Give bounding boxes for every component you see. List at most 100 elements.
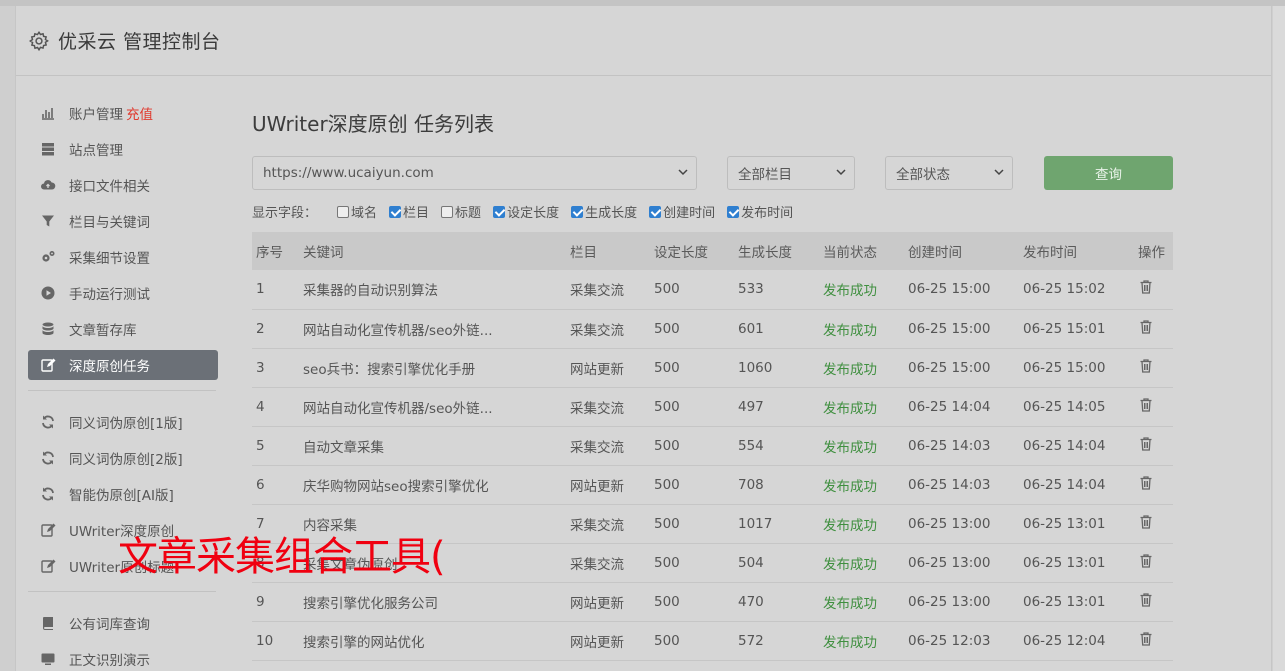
table-cell: 采集交流 bbox=[570, 322, 624, 339]
sidebar-item[interactable]: 站点管理 bbox=[28, 134, 218, 164]
table-cell: 采集交流 bbox=[570, 439, 624, 456]
sidebar-item-label: 手动运行测试 bbox=[69, 287, 150, 303]
refresh-icon bbox=[39, 413, 57, 431]
sidebar-item[interactable]: 采集细节设置 bbox=[28, 242, 218, 272]
page-title: UWriter深度原创 任务列表 bbox=[252, 112, 495, 136]
column-header: 当前状态 bbox=[823, 245, 877, 261]
sidebar-item[interactable]: 接口文件相关 bbox=[28, 170, 218, 200]
table-cell: 网站更新 bbox=[570, 634, 624, 651]
sidebar-item-label: 正文识别演示 bbox=[69, 653, 150, 669]
table-cell: 2 bbox=[256, 320, 265, 337]
status-cell: 发布成功 bbox=[823, 556, 877, 573]
sidebar-item[interactable]: 同义词伪原创[2版] bbox=[28, 443, 218, 473]
checkbox-unchecked[interactable] bbox=[441, 205, 454, 218]
table-cell: 06-25 14:04 bbox=[1023, 437, 1106, 454]
checkbox-checked[interactable] bbox=[649, 205, 662, 218]
field-checkbox[interactable]: 创建时间 bbox=[649, 202, 715, 221]
column-header: 序号 bbox=[256, 245, 283, 261]
column-select[interactable]: 全部栏目 bbox=[727, 156, 855, 190]
delete-button[interactable] bbox=[1134, 426, 1173, 465]
sidebar-item-label: 文章暂存库 bbox=[69, 323, 137, 339]
table-cell: 06-25 12:04 bbox=[1023, 632, 1106, 649]
trash-icon bbox=[1140, 319, 1152, 334]
recharge-link[interactable]: 充值 bbox=[126, 103, 153, 123]
table-cell: 搜索引擎的网站优化 bbox=[303, 634, 425, 651]
table-cell: 06-25 14:05 bbox=[1023, 398, 1106, 415]
status-cell: 发布成功 bbox=[823, 478, 877, 495]
play-circle-icon bbox=[39, 284, 57, 302]
sidebar-item[interactable]: 公有词库查询 bbox=[28, 608, 218, 638]
sidebar-item[interactable]: 正文识别演示 bbox=[28, 644, 218, 671]
field-checkbox-label: 生成长度 bbox=[585, 206, 638, 221]
delete-button[interactable] bbox=[1134, 387, 1173, 426]
table-cell: 06-25 15:00 bbox=[908, 359, 991, 376]
sidebar-divider bbox=[28, 390, 216, 391]
delete-button[interactable] bbox=[1134, 270, 1173, 309]
sidebar: 账户管理 充值 站点管理 接口文件相关 栏目与关键词 采集细节设置 手动运行测试 文章暂存库深… bbox=[28, 98, 218, 671]
checkbox-unchecked[interactable] bbox=[337, 205, 350, 218]
scrollbar[interactable] bbox=[1273, 6, 1285, 671]
sidebar-item-label: 公有词库查询 bbox=[69, 617, 150, 633]
sidebar-item-label: 栏目与关键词 bbox=[69, 215, 150, 231]
field-checkbox[interactable]: 发布时间 bbox=[727, 202, 793, 221]
table-cell: 500 bbox=[654, 593, 680, 610]
trash-icon bbox=[1140, 280, 1152, 294]
refresh-icon bbox=[39, 485, 57, 503]
sidebar-item[interactable]: 深度原创任务 bbox=[28, 350, 218, 380]
delete-button[interactable] bbox=[1134, 348, 1173, 387]
delete-button[interactable] bbox=[1134, 621, 1173, 660]
table-cell: 06-25 13:01 bbox=[1023, 515, 1106, 532]
table-cell: 06-25 13:01 bbox=[1023, 593, 1106, 610]
display-fields: 显示字段： 域名 栏目 标题 设定长度 生成长度 创建时间 发布时间 bbox=[252, 202, 805, 221]
field-checkbox[interactable]: 设定长度 bbox=[493, 202, 559, 221]
status-cell: 发布成功 bbox=[823, 283, 877, 300]
field-checkbox[interactable]: 域名 bbox=[337, 202, 377, 221]
trash-icon bbox=[1140, 514, 1152, 529]
table-cell: 网站更新 bbox=[570, 478, 624, 495]
table-row: 2 网站自动化宣传机器/seo外链... 采集交流 500 601 发布成功 06-25 1… bbox=[252, 309, 1173, 348]
checkbox-checked[interactable] bbox=[493, 205, 506, 218]
bar-chart-icon bbox=[39, 104, 57, 122]
status-cell: 发布成功 bbox=[823, 361, 877, 378]
server-icon bbox=[39, 140, 57, 158]
monitor-icon bbox=[39, 650, 57, 668]
table-cell: 9 bbox=[256, 593, 265, 610]
site-select-value: https://www.ucaiyun.com bbox=[263, 165, 434, 181]
field-checkbox[interactable]: 生成长度 bbox=[571, 202, 637, 221]
sidebar-item[interactable]: 智能伪原创[AI版] bbox=[28, 479, 218, 509]
table-cell: 庆华购物网站seo搜索引擎优化 bbox=[303, 478, 489, 495]
sidebar-item-label: 同义词伪原创[2版] bbox=[69, 452, 183, 468]
table-cell: 06-25 13:01 bbox=[1023, 554, 1106, 571]
table-cell: 06-25 14:03 bbox=[908, 437, 991, 454]
sidebar-item[interactable]: 手动运行测试 bbox=[28, 278, 218, 308]
query-button[interactable]: 查询 bbox=[1044, 156, 1173, 190]
checkbox-checked[interactable] bbox=[389, 205, 402, 218]
table-row: 4 网站自动化宣传机器/seo外链... 采集交流 500 497 发布成功 06-25 1… bbox=[252, 387, 1173, 426]
table-row: 5 自动文章采集 采集交流 500 554 发布成功 06-25 14:03 06-25 14… bbox=[252, 426, 1173, 465]
delete-button[interactable] bbox=[1134, 309, 1173, 348]
checkbox-checked[interactable] bbox=[571, 205, 584, 218]
sidebar-item-label: 同义词伪原创[1版] bbox=[69, 416, 183, 432]
table-cell: 500 bbox=[654, 320, 680, 337]
field-checkbox-label: 设定长度 bbox=[507, 206, 560, 221]
sidebar-item[interactable]: 账户管理 充值 bbox=[28, 98, 218, 128]
chevron-down-icon bbox=[994, 169, 1004, 176]
sidebar-item[interactable]: 同义词伪原创[1版] bbox=[28, 407, 218, 437]
site-select[interactable]: https://www.ucaiyun.com bbox=[252, 156, 697, 190]
delete-button[interactable] bbox=[1134, 465, 1173, 504]
sidebar-item[interactable]: 栏目与关键词 bbox=[28, 206, 218, 236]
table-cell: 601 bbox=[738, 320, 764, 337]
sidebar-item-label: 账户管理 bbox=[69, 107, 123, 123]
table-cell: 06-25 15:00 bbox=[908, 320, 991, 337]
table-cell: 572 bbox=[738, 632, 764, 649]
status-select[interactable]: 全部状态 bbox=[885, 156, 1013, 190]
field-checkbox[interactable]: 标题 bbox=[441, 202, 481, 221]
delete-button[interactable] bbox=[1134, 543, 1173, 582]
delete-button[interactable] bbox=[1134, 582, 1173, 621]
column-select-value: 全部栏目 bbox=[738, 167, 792, 183]
checkbox-checked[interactable] bbox=[727, 205, 740, 218]
field-checkbox[interactable]: 栏目 bbox=[389, 202, 429, 221]
sidebar-item[interactable]: 文章暂存库 bbox=[28, 314, 218, 344]
table-row: 6 庆华购物网站seo搜索引擎优化 网站更新 500 708 发布成功 06-25 14:0… bbox=[252, 465, 1173, 504]
delete-button[interactable] bbox=[1134, 504, 1173, 543]
